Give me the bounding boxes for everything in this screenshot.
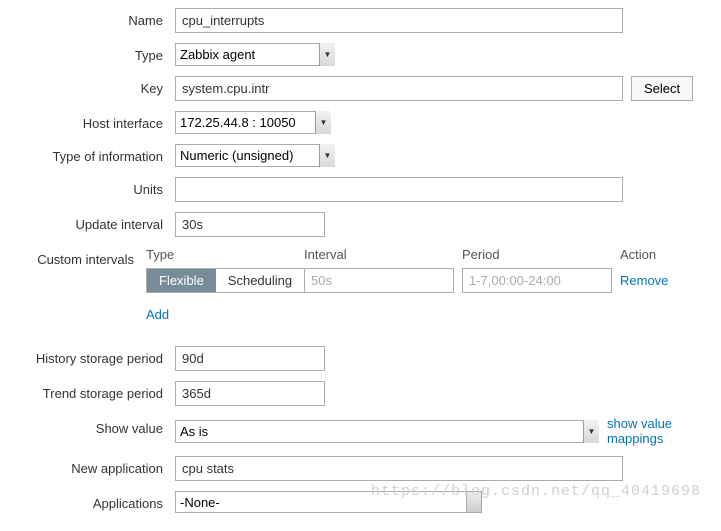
type-info-select[interactable]: Numeric (unsigned) <box>175 144 335 167</box>
type-label: Type <box>0 43 175 63</box>
applications-label: Applications <box>0 491 175 511</box>
interval-col-action: Action <box>620 247 656 262</box>
show-value-mappings-link[interactable]: show value mappings <box>607 416 711 446</box>
flexible-toggle[interactable]: Flexible <box>147 269 216 292</box>
show-value-select[interactable]: As is <box>175 420 599 443</box>
name-input[interactable] <box>175 8 623 33</box>
trend-input[interactable] <box>175 381 325 406</box>
interval-value-input[interactable] <box>304 268 454 293</box>
new-application-input[interactable] <box>175 456 623 481</box>
interval-type-toggle[interactable]: Flexible Scheduling <box>146 268 305 293</box>
remove-link[interactable]: Remove <box>620 273 668 288</box>
interval-col-type: Type <box>146 247 304 262</box>
key-label: Key <box>0 76 175 96</box>
host-interface-select[interactable]: 172.25.44.8 : 10050 <box>175 111 331 134</box>
trend-label: Trend storage period <box>0 381 175 401</box>
history-label: History storage period <box>0 346 175 366</box>
applications-listbox[interactable]: -None- <box>175 491 467 513</box>
show-value-label: Show value <box>0 416 175 436</box>
add-interval-link[interactable]: Add <box>146 307 169 322</box>
units-input[interactable] <box>175 177 623 202</box>
host-interface-label: Host interface <box>0 111 175 131</box>
new-application-label: New application <box>0 456 175 476</box>
custom-intervals-label: Custom intervals <box>0 247 146 267</box>
type-select[interactable]: Zabbix agent <box>175 43 335 66</box>
units-label: Units <box>0 177 175 197</box>
scheduling-toggle[interactable]: Scheduling <box>216 269 304 292</box>
scrollbar-icon <box>466 491 482 513</box>
select-button[interactable]: Select <box>631 76 693 101</box>
key-input[interactable] <box>175 76 623 101</box>
update-interval-input[interactable] <box>175 212 325 237</box>
history-input[interactable] <box>175 346 325 371</box>
update-interval-label: Update interval <box>0 212 175 232</box>
interval-col-period: Period <box>462 247 620 262</box>
type-info-label: Type of information <box>0 144 175 164</box>
name-label: Name <box>0 8 175 28</box>
interval-period-input[interactable] <box>462 268 612 293</box>
interval-col-interval: Interval <box>304 247 462 262</box>
